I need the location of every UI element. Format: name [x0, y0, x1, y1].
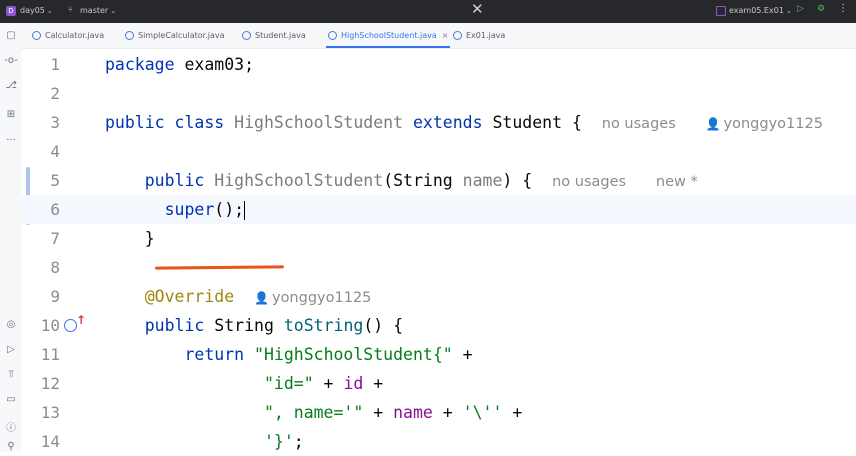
close-icon[interactable]: ✕ [471, 0, 484, 18]
terminal-tool-icon[interactable]: ▭ [0, 394, 22, 405]
code-line: 11 return "HighSchoolStudent{" + [22, 340, 856, 369]
code-line: 5 public HighSchoolStudent(String name) … [22, 166, 856, 195]
code-line: 2 [22, 79, 856, 108]
run-config-icon [716, 6, 726, 16]
code-text: public class HighSchoolStudent extends S… [105, 108, 823, 139]
code-line: 4 [22, 137, 856, 166]
code-line: 7 } [22, 224, 856, 253]
code-line: 12 "id=" + id + [22, 369, 856, 398]
tab-label: Calculator.java [45, 31, 105, 40]
code-text: public String toString() { [144, 316, 404, 335]
title-bar: D day05 ⌄ ⑂ master ⌄ ✕ exam05.Ex01 ⌄ ▷ ⚙ ⋮ [0, 0, 856, 23]
user-icon: 👤 [254, 291, 269, 305]
active-tab-indicator [326, 46, 451, 48]
code-editor[interactable]: 1 package exam03; 2 3 public class HighS… [22, 49, 856, 452]
code-text: super(); [164, 200, 246, 220]
tab-label: Ex01.java [466, 31, 506, 40]
java-class-icon [242, 31, 251, 40]
tab-simple-calculator[interactable]: SimpleCalculator.java [125, 23, 225, 48]
project-tool-icon[interactable]: ▢ [0, 30, 22, 41]
branch-name: master [80, 6, 109, 15]
project-badge[interactable]: D [6, 6, 16, 16]
tab-student[interactable]: Student.java [242, 23, 306, 48]
run-tool-icon[interactable]: ▷ [0, 344, 22, 355]
line-number: 7 [50, 229, 60, 248]
java-class-icon [328, 31, 337, 40]
commit-tool-icon[interactable]: -o- [0, 55, 22, 66]
java-class-icon [453, 31, 462, 40]
branch-selector[interactable]: master ⌄ [80, 6, 116, 15]
tool-window-strip: ▢ -o- ⎇ ⊞ ··· ◎ ▷ ⫪ ▭ ⓘ ⚲ [0, 23, 23, 452]
problems-tool-icon[interactable]: ⓘ [0, 419, 22, 434]
text-cursor [244, 201, 246, 220]
line-number: 8 [50, 258, 60, 277]
vcs-tool-icon[interactable]: ⎇ [0, 80, 22, 91]
line-number: 11 [40, 345, 60, 364]
git-tool-icon[interactable]: ⚲ [0, 441, 22, 452]
line-number: 5 [50, 171, 60, 190]
line-number: 10 [40, 316, 60, 335]
tab-label: HighSchoolStudent.java [341, 31, 437, 40]
tab-ex01[interactable]: Ex01.java [453, 23, 505, 48]
tab-close-icon[interactable]: × [442, 31, 449, 40]
arrow-up-icon[interactable]: ↑ [76, 313, 86, 327]
code-text: "id=" + id + [263, 374, 384, 393]
services-tool-icon[interactable]: ◎ [0, 319, 22, 330]
line-number: 6 [50, 200, 60, 219]
code-line: 10 ↑ public String toString() { [22, 311, 856, 340]
structure-tool-icon[interactable]: ⊞ [0, 109, 22, 120]
run-config-selector[interactable]: exam05.Ex01 ⌄ [729, 6, 792, 15]
line-number: 2 [50, 84, 60, 103]
user-icon: 👤 [705, 117, 721, 131]
line-number: 13 [40, 403, 60, 422]
code-text: ", name='" + name + '\'' + [263, 403, 523, 422]
current-code-line: 6 super(); [22, 195, 856, 224]
build-tool-icon[interactable]: ⫪ [0, 369, 22, 380]
tab-calculator[interactable]: Calculator.java [32, 23, 104, 48]
code-line: 3 public class HighSchoolStudent extends… [22, 108, 856, 137]
line-number: 4 [50, 142, 60, 161]
code-text: @Override 👤 yonggyo1125 [105, 282, 372, 313]
project-name: day05 [20, 6, 45, 15]
code-text: package exam03; [105, 55, 255, 74]
java-class-icon [125, 31, 134, 40]
run-button[interactable]: ▷ [797, 4, 804, 14]
run-config-name: exam05.Ex01 [729, 6, 784, 15]
editor-tab-bar: Calculator.java SimpleCalculator.java St… [22, 23, 856, 49]
more-tools-icon[interactable]: ··· [0, 135, 22, 146]
code-text: return "HighSchoolStudent{" + [184, 345, 473, 364]
project-selector[interactable]: day05 ⌄ [20, 6, 53, 15]
code-line: 1 package exam03; [22, 50, 856, 79]
code-text: } [144, 229, 155, 248]
author-hint[interactable]: 👤 yonggyo1125 [706, 116, 823, 132]
java-class-icon [32, 31, 41, 40]
chevron-down-icon: ⌄ [110, 7, 117, 15]
usages-hint[interactable]: no usages [552, 174, 626, 190]
debug-button[interactable]: ⚙ [817, 4, 825, 14]
git-branch-icon: ⑂ [68, 5, 73, 14]
new-hint[interactable]: new * [656, 174, 698, 190]
code-line: 8 [22, 253, 856, 282]
usages-hint[interactable]: no usages [602, 116, 676, 132]
chevron-down-icon: ⌄ [46, 7, 53, 15]
tab-label: SimpleCalculator.java [138, 31, 225, 40]
line-number: 9 [50, 287, 60, 306]
more-actions-button[interactable]: ⋮ [838, 3, 848, 14]
tab-high-school-student[interactable]: HighSchoolStudent.java × [326, 23, 451, 48]
code-line: 9 @Override 👤 yonggyo1125 [22, 282, 856, 311]
line-number: 3 [50, 113, 60, 132]
author-hint[interactable]: 👤 yonggyo1125 [254, 290, 371, 306]
chevron-down-icon: ⌄ [785, 7, 792, 15]
tab-label: Student.java [255, 31, 306, 40]
line-number: 12 [40, 374, 60, 393]
line-number: 1 [50, 55, 60, 74]
code-line: 13 ", name='" + name + '\'' + [22, 398, 856, 427]
code-text: public HighSchoolStudent(String name) { … [144, 171, 698, 190]
